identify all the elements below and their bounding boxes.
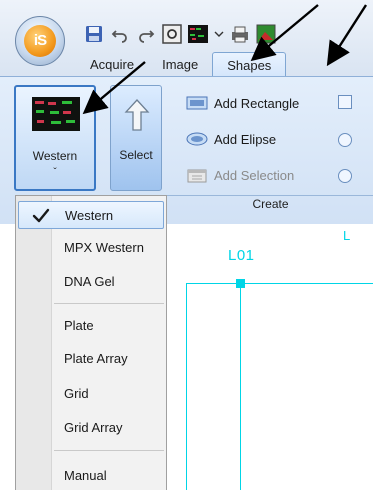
add-elipse-button[interactable]: Add Elipse — [186, 129, 276, 149]
chevron-down-icon: ˇ — [53, 167, 57, 178]
undo-icon[interactable] — [110, 24, 130, 44]
create-group-label: Create — [252, 197, 289, 211]
ribbon-tabs: Acquire Image Shapes — [76, 52, 287, 76]
menu-item-label: DNA Gel — [64, 274, 115, 289]
menu-item-label: Grid Array — [64, 420, 123, 435]
menu-item-label: Plate Array — [64, 351, 128, 366]
menu-item-manual[interactable]: Manual — [18, 462, 164, 490]
group-divider — [166, 195, 373, 196]
menu-item-label: Manual — [64, 468, 107, 483]
application-menu-button[interactable]: iS — [15, 16, 65, 66]
western-thumbnail-icon[interactable] — [188, 24, 208, 44]
menu-item-label: Plate — [64, 318, 94, 333]
lane-label-partial: L — [343, 228, 351, 243]
menu-item-plate-array[interactable]: Plate Array — [18, 345, 164, 373]
title-bar: iS Acquire Image Shapes — [0, 0, 373, 76]
menu-item-plate[interactable]: Plate — [18, 312, 164, 340]
tab-acquire[interactable]: Acquire — [76, 52, 148, 76]
menu-item-label: Western — [65, 208, 114, 223]
lane-label: L01 — [228, 247, 255, 264]
add-selection-button[interactable]: Add Selection — [186, 165, 294, 185]
add-selection-label: Add Selection — [214, 167, 295, 183]
image-icon[interactable] — [256, 24, 276, 44]
menu-separator — [54, 450, 164, 451]
menu-item-label: MPX Western — [64, 240, 144, 255]
menu-item-western[interactable]: Western — [18, 201, 164, 229]
lane-center-line — [240, 283, 241, 490]
save-icon[interactable] — [84, 24, 104, 44]
app-window: iS Acquire Image Shapes Western ˇ Select… — [0, 0, 373, 490]
checkmark-icon — [31, 206, 51, 226]
add-rectangle-label: Add Rectangle — [214, 95, 300, 111]
select-button-label: Select — [119, 148, 153, 162]
lane-shape[interactable] — [186, 283, 373, 490]
tab-image[interactable]: Image — [148, 52, 212, 76]
selection-icon — [186, 168, 208, 183]
auto-ellipse-icon — [186, 132, 208, 146]
western-button-label: Western — [32, 149, 78, 163]
print-icon[interactable] — [230, 24, 250, 44]
western-dropdown-menu: Western MPX Western DNA Gel Plate Plate … — [15, 195, 167, 490]
ellipse-tool-icon[interactable] — [338, 133, 352, 147]
app-logo: iS — [24, 25, 56, 57]
redo-icon[interactable] — [136, 24, 156, 44]
add-elipse-label: Add Elipse — [214, 131, 277, 147]
menu-separator — [54, 303, 164, 304]
menu-item-mpx-western[interactable]: MPX Western — [18, 234, 164, 262]
dropdown-icon[interactable] — [214, 24, 224, 44]
quick-access-toolbar — [84, 22, 276, 46]
select-button[interactable]: Select — [110, 85, 162, 191]
rectangle-tool-icon[interactable] — [338, 95, 352, 109]
menu-item-dna-gel[interactable]: DNA Gel — [18, 268, 164, 296]
auto-rectangle-icon — [186, 96, 208, 110]
menu-item-label: Grid — [64, 386, 89, 401]
settings-icon[interactable] — [162, 24, 182, 44]
tab-shapes[interactable]: Shapes — [212, 52, 287, 76]
menu-item-grid-array[interactable]: Grid Array — [18, 414, 164, 442]
cursor-arrow-icon — [123, 98, 151, 139]
add-rectangle-button[interactable]: Add Rectangle — [186, 93, 299, 113]
lane-handle[interactable] — [236, 279, 245, 288]
menu-item-grid[interactable]: Grid — [18, 380, 164, 408]
ellipse-tool-icon-2[interactable] — [338, 169, 352, 183]
western-blot-icon — [32, 97, 80, 131]
western-button[interactable]: Western ˇ — [14, 85, 96, 191]
